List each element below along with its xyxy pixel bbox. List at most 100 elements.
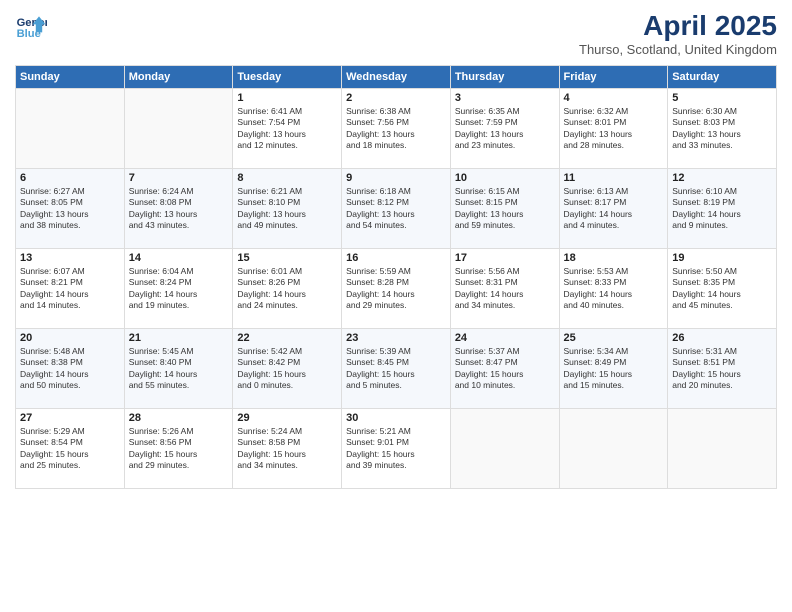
day-number: 10 — [455, 172, 555, 184]
day-number: 25 — [564, 332, 664, 344]
day-number: 14 — [129, 252, 229, 264]
day-cell: 1 Sunrise: 6:41 AM Sunset: 7:54 PM Daylig… — [233, 89, 342, 169]
day-number: 15 — [237, 252, 337, 264]
day-info: Sunrise: 6:21 AM Sunset: 8:10 PM Dayligh… — [237, 186, 337, 232]
day-cell — [16, 89, 125, 169]
day-cell: 8Sunrise: 6:21 AM Sunset: 8:10 PM Daylig… — [233, 169, 342, 249]
day-info: Sunrise: 6:10 AM Sunset: 8:19 PM Dayligh… — [672, 186, 772, 232]
day-info: Sunrise: 5:50 AM Sunset: 8:35 PM Dayligh… — [672, 266, 772, 312]
day-cell — [450, 409, 559, 489]
week-row-4: 20Sunrise: 5:48 AM Sunset: 8:38 PM Dayli… — [16, 329, 777, 409]
day-cell: 16 Sunrise: 5:59 AM Sunset: 8:28 PM Dayli… — [342, 249, 451, 329]
day-cell: 10 Sunrise: 6:15 AM Sunset: 8:15 PM Dayli… — [450, 169, 559, 249]
day-cell: 27Sunrise: 5:29 AM Sunset: 8:54 PM Dayli… — [16, 409, 125, 489]
day-cell: 15Sunrise: 6:01 AM Sunset: 8:26 PM Dayli… — [233, 249, 342, 329]
day-info: Sunrise: 5:48 AM Sunset: 8:38 PM Dayligh… — [20, 346, 120, 392]
day-info: Sunrise: 6:04 AM Sunset: 8:24 PM Dayligh… — [129, 266, 229, 312]
day-number: 28 — [129, 412, 229, 424]
day-cell: 9Sunrise: 6:18 AM Sunset: 8:12 PM Daylig… — [342, 169, 451, 249]
day-info: Sunrise: 6:24 AM Sunset: 8:08 PM Dayligh… — [129, 186, 229, 232]
header: General Blue April 2025 Thurso, Scotland… — [15, 10, 777, 57]
day-cell: 18Sunrise: 5:53 AM Sunset: 8:33 PM Dayli… — [559, 249, 668, 329]
day-cell: 5Sunrise: 6:30 AM Sunset: 8:03 PM Daylig… — [668, 89, 777, 169]
day-number: 21 — [129, 332, 229, 344]
day-number: 3 — [455, 92, 555, 104]
day-number: 29 — [237, 412, 337, 424]
week-row-5: 27Sunrise: 5:29 AM Sunset: 8:54 PM Dayli… — [16, 409, 777, 489]
main-title: April 2025 — [579, 10, 777, 42]
col-friday: Friday — [559, 66, 668, 89]
day-number: 6 — [20, 172, 120, 184]
day-number: 12 — [672, 172, 772, 184]
logo-icon: General Blue — [15, 10, 47, 42]
day-info: Sunrise: 5:26 AM Sunset: 8:56 PM Dayligh… — [129, 426, 229, 472]
day-number: 9 — [346, 172, 446, 184]
week-row-2: 6 Sunrise: 6:27 AM Sunset: 8:05 PM Daylig… — [16, 169, 777, 249]
day-number: 26 — [672, 332, 772, 344]
day-cell: 13 Sunrise: 6:07 AM Sunset: 8:21 PM Dayli… — [16, 249, 125, 329]
day-info: Sunrise: 6:15 AM Sunset: 8:15 PM Dayligh… — [455, 186, 555, 232]
day-cell: 30Sunrise: 5:21 AM Sunset: 9:01 PM Dayli… — [342, 409, 451, 489]
day-number: 4 — [564, 92, 664, 104]
subtitle: Thurso, Scotland, United Kingdom — [579, 42, 777, 57]
day-info: Sunrise: 5:21 AM Sunset: 9:01 PM Dayligh… — [346, 426, 446, 472]
day-info: Sunrise: 5:34 AM Sunset: 8:49 PM Dayligh… — [564, 346, 664, 392]
title-block: April 2025 Thurso, Scotland, United King… — [579, 10, 777, 57]
logo: General Blue — [15, 10, 49, 42]
day-number: 19 — [672, 252, 772, 264]
day-number: 2 — [346, 92, 446, 104]
day-number: 23 — [346, 332, 446, 344]
day-cell: 3 Sunrise: 6:35 AM Sunset: 7:59 PM Daylig… — [450, 89, 559, 169]
day-info: Sunrise: 6:41 AM Sunset: 7:54 PM Dayligh… — [237, 106, 337, 152]
week-row-3: 13 Sunrise: 6:07 AM Sunset: 8:21 PM Dayli… — [16, 249, 777, 329]
day-info: Sunrise: 5:29 AM Sunset: 8:54 PM Dayligh… — [20, 426, 120, 472]
day-info: Sunrise: 5:42 AM Sunset: 8:42 PM Dayligh… — [237, 346, 337, 392]
col-thursday: Thursday — [450, 66, 559, 89]
day-number: 24 — [455, 332, 555, 344]
day-info: Sunrise: 5:56 AM Sunset: 8:31 PM Dayligh… — [455, 266, 555, 312]
day-info: Sunrise: 6:13 AM Sunset: 8:17 PM Dayligh… — [564, 186, 664, 232]
day-info: Sunrise: 5:45 AM Sunset: 8:40 PM Dayligh… — [129, 346, 229, 392]
day-number: 1 — [237, 92, 337, 104]
day-cell: 2 Sunrise: 6:38 AM Sunset: 7:56 PM Daylig… — [342, 89, 451, 169]
day-cell: 4 Sunrise: 6:32 AM Sunset: 8:01 PM Daylig… — [559, 89, 668, 169]
day-cell: 23 Sunrise: 5:39 AM Sunset: 8:45 PM Dayli… — [342, 329, 451, 409]
day-cell: 29 Sunrise: 5:24 AM Sunset: 8:58 PM Dayli… — [233, 409, 342, 489]
day-cell — [668, 409, 777, 489]
calendar-table: Sunday Monday Tuesday Wednesday Thursday… — [15, 65, 777, 489]
day-cell: 22 Sunrise: 5:42 AM Sunset: 8:42 PM Dayli… — [233, 329, 342, 409]
day-number: 5 — [672, 92, 772, 104]
day-number: 7 — [129, 172, 229, 184]
day-info: Sunrise: 5:37 AM Sunset: 8:47 PM Dayligh… — [455, 346, 555, 392]
day-cell: 24 Sunrise: 5:37 AM Sunset: 8:47 PM Dayli… — [450, 329, 559, 409]
day-cell: 12 Sunrise: 6:10 AM Sunset: 8:19 PM Dayli… — [668, 169, 777, 249]
day-info: Sunrise: 5:39 AM Sunset: 8:45 PM Dayligh… — [346, 346, 446, 392]
day-number: 18 — [564, 252, 664, 264]
day-info: Sunrise: 5:24 AM Sunset: 8:58 PM Dayligh… — [237, 426, 337, 472]
col-saturday: Saturday — [668, 66, 777, 89]
day-info: Sunrise: 6:27 AM Sunset: 8:05 PM Dayligh… — [20, 186, 120, 232]
day-cell — [559, 409, 668, 489]
header-row: Sunday Monday Tuesday Wednesday Thursday… — [16, 66, 777, 89]
day-cell: 11Sunrise: 6:13 AM Sunset: 8:17 PM Dayli… — [559, 169, 668, 249]
day-info: Sunrise: 6:07 AM Sunset: 8:21 PM Dayligh… — [20, 266, 120, 312]
day-info: Sunrise: 6:32 AM Sunset: 8:01 PM Dayligh… — [564, 106, 664, 152]
day-cell: 17 Sunrise: 5:56 AM Sunset: 8:31 PM Dayli… — [450, 249, 559, 329]
day-cell: 14 Sunrise: 6:04 AM Sunset: 8:24 PM Dayli… — [124, 249, 233, 329]
day-cell: 25 Sunrise: 5:34 AM Sunset: 8:49 PM Dayli… — [559, 329, 668, 409]
day-number: 17 — [455, 252, 555, 264]
day-cell: 26 Sunrise: 5:31 AM Sunset: 8:51 PM Dayli… — [668, 329, 777, 409]
day-cell: 7 Sunrise: 6:24 AM Sunset: 8:08 PM Daylig… — [124, 169, 233, 249]
day-number: 13 — [20, 252, 120, 264]
day-info: Sunrise: 6:35 AM Sunset: 7:59 PM Dayligh… — [455, 106, 555, 152]
day-cell: 21 Sunrise: 5:45 AM Sunset: 8:40 PM Dayli… — [124, 329, 233, 409]
day-number: 22 — [237, 332, 337, 344]
day-cell: 28 Sunrise: 5:26 AM Sunset: 8:56 PM Dayli… — [124, 409, 233, 489]
day-info: Sunrise: 5:31 AM Sunset: 8:51 PM Dayligh… — [672, 346, 772, 392]
col-monday: Monday — [124, 66, 233, 89]
day-info: Sunrise: 5:59 AM Sunset: 8:28 PM Dayligh… — [346, 266, 446, 312]
day-cell — [124, 89, 233, 169]
day-info: Sunrise: 6:38 AM Sunset: 7:56 PM Dayligh… — [346, 106, 446, 152]
col-sunday: Sunday — [16, 66, 125, 89]
day-number: 16 — [346, 252, 446, 264]
